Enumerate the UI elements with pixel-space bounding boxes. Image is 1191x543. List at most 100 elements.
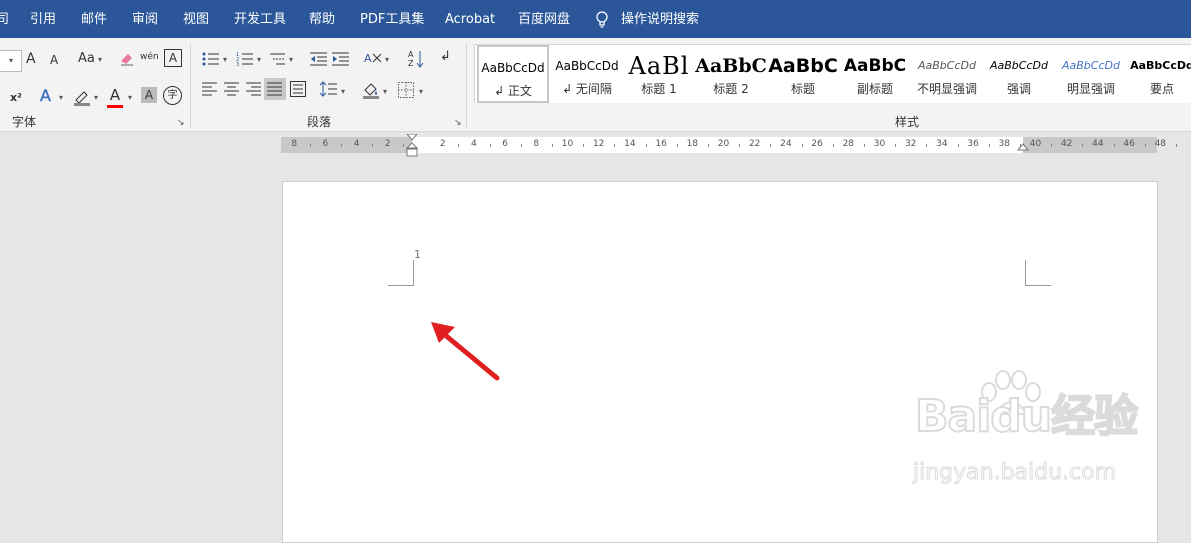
page-line-number: 1	[414, 248, 421, 261]
show-formatting-marks-icon[interactable]: ↲	[440, 48, 451, 66]
style-title[interactable]: AaBbC 标题	[767, 45, 839, 103]
group-divider	[190, 44, 191, 128]
tab-mailings[interactable]: 邮件	[81, 0, 107, 38]
phonetic-guide-icon[interactable]: wén	[140, 48, 159, 66]
ruler-tick	[309, 144, 311, 147]
character-border-icon[interactable]: A	[164, 49, 182, 67]
svg-text:Z: Z	[408, 59, 414, 68]
change-case-icon[interactable]: Aa	[78, 50, 95, 68]
ruler-tick	[676, 144, 678, 147]
dialog-launcher-icon[interactable]: ↘	[177, 119, 185, 128]
decrease-indent-icon[interactable]	[310, 51, 328, 67]
justify-icon	[267, 82, 282, 96]
right-indent-marker-icon[interactable]	[1017, 143, 1029, 153]
style-subtle-emphasis[interactable]: AaBbCcDd 不明显强调	[911, 45, 983, 103]
ruler-label: 2	[439, 139, 446, 149]
enclose-characters-icon[interactable]: 字	[163, 86, 182, 105]
chevron-down-icon: ▾	[341, 87, 346, 96]
borders-icon[interactable]	[398, 82, 414, 98]
style-normal[interactable]: AaBbCcDd ↲ 正文	[477, 45, 549, 103]
ribbon-home: ▾ A A Aa ▾ wén A x² A ▾ ▾ A ▾ A 字 字体 ↘ ▾…	[0, 38, 1191, 132]
ruler-tick	[957, 144, 959, 147]
style-sample: AaBl	[628, 52, 690, 80]
style-heading-2[interactable]: AaBbC 标题 2	[695, 45, 767, 103]
style-sample: AaBbCcDd	[990, 59, 1048, 72]
style-emphasis[interactable]: AaBbCcDd 强调	[983, 45, 1055, 103]
tab-acrobat[interactable]: Acrobat	[445, 0, 495, 38]
ruler-tick	[341, 144, 342, 147]
style-strong[interactable]: AaBbCcDd 要点	[1127, 45, 1191, 103]
chinese-layout-icon[interactable]: A	[364, 50, 384, 68]
style-name: 不明显强调	[916, 82, 977, 96]
indent-marker-icon[interactable]	[406, 134, 418, 160]
tab-developer[interactable]: 开发工具	[234, 0, 286, 38]
watermark-url: jingyan.baidu.com	[912, 460, 1117, 486]
font-size-box[interactable]: ▾	[0, 50, 22, 72]
style-sample: AaBbCcDd	[555, 59, 619, 73]
sort-icon[interactable]: AZ	[408, 49, 424, 69]
tell-me-search[interactable]: 操作说明搜索	[621, 0, 699, 38]
ruler-tick	[770, 144, 772, 147]
chevron-down-icon: ▾	[128, 93, 133, 102]
style-heading-1[interactable]: AaBl 标题 1	[623, 45, 695, 103]
style-no-spacing[interactable]: AaBbCcDd ↲ 无间隔	[551, 45, 623, 103]
chevron-down-icon: ▾	[289, 55, 294, 64]
ruler-label: 48	[1154, 139, 1167, 149]
font-color-swatch	[107, 105, 123, 108]
highlight-color-icon[interactable]	[72, 88, 92, 106]
ruler-label: 6	[502, 139, 508, 149]
increase-indent-icon[interactable]	[332, 51, 350, 67]
chevron-down-icon: ▾	[223, 55, 228, 64]
ribbon-tab-bar: 司 引用 邮件 审阅 视图 开发工具 帮助 PDF工具集 Acrobat 百度网…	[0, 0, 1191, 38]
ruler-tick	[458, 144, 460, 147]
chevron-down-icon: ▾	[59, 93, 64, 102]
ruler-tick	[801, 144, 803, 147]
shrink-font-icon[interactable]: A	[50, 51, 58, 69]
style-sample: AaBbCcDd	[918, 59, 976, 72]
style-subtitle[interactable]: AaBbC 副标题	[839, 45, 911, 103]
justify-button[interactable]	[264, 78, 286, 100]
ruler-label: 44	[1092, 139, 1104, 149]
tab-review[interactable]: 审阅	[132, 0, 158, 38]
align-center-icon[interactable]	[224, 82, 240, 96]
style-name: 标题 2	[713, 82, 749, 96]
chevron-down-icon: ▾	[257, 55, 262, 64]
ruler-label: 24	[780, 139, 792, 149]
align-right-icon[interactable]	[246, 82, 262, 96]
multilevel-list-icon[interactable]	[268, 51, 286, 67]
text-effects-icon[interactable]: A	[40, 86, 51, 105]
line-spacing-icon[interactable]	[320, 81, 338, 97]
bullets-icon[interactable]	[202, 51, 220, 67]
tab-baidu-netdisk[interactable]: 百度网盘	[518, 0, 570, 38]
style-sample: AaBbC	[695, 55, 767, 77]
tab-references[interactable]: 引用	[30, 0, 56, 38]
ruler-tick	[1051, 144, 1053, 147]
tab-help[interactable]: 帮助	[309, 0, 335, 38]
grow-font-icon[interactable]: A	[26, 50, 36, 68]
horizontal-ruler[interactable]: 8 6 4 2 2 4 6 8 10 12 14 16 18 20 22 24 26 28 30 32 34 36 38 40…	[281, 134, 1177, 157]
distributed-icon[interactable]	[290, 81, 306, 97]
ruler-tick	[614, 144, 616, 147]
dialog-launcher-icon[interactable]: ↘	[454, 119, 462, 128]
tab-view[interactable]: 视图	[183, 0, 209, 38]
shading-icon[interactable]	[362, 81, 380, 99]
style-name: ↲ 无间隔	[562, 82, 612, 96]
clear-formatting-icon[interactable]	[118, 51, 136, 67]
ruler-tick	[739, 144, 741, 147]
ruler-label: 18	[686, 139, 699, 149]
style-sample: AaBbCcDd	[1130, 59, 1191, 72]
superscript-icon[interactable]: x²	[10, 89, 22, 107]
tab-layout[interactable]: 司	[0, 0, 9, 38]
numbering-icon[interactable]: 123	[236, 51, 254, 67]
chevron-down-icon: ▾	[385, 55, 390, 64]
style-name: 强调	[1006, 82, 1031, 96]
tab-pdf-tools[interactable]: PDF工具集	[360, 0, 424, 38]
character-shading-icon[interactable]: A	[141, 87, 157, 103]
style-intense-emphasis[interactable]: AaBbCcDd 明显强调	[1055, 45, 1127, 103]
ruler-tick	[372, 144, 374, 147]
align-left-icon[interactable]	[202, 82, 218, 96]
ruler-tick	[645, 144, 647, 147]
ruler-tick	[489, 144, 491, 147]
font-color-icon[interactable]: A	[107, 86, 123, 104]
ruler-tick	[551, 144, 553, 147]
